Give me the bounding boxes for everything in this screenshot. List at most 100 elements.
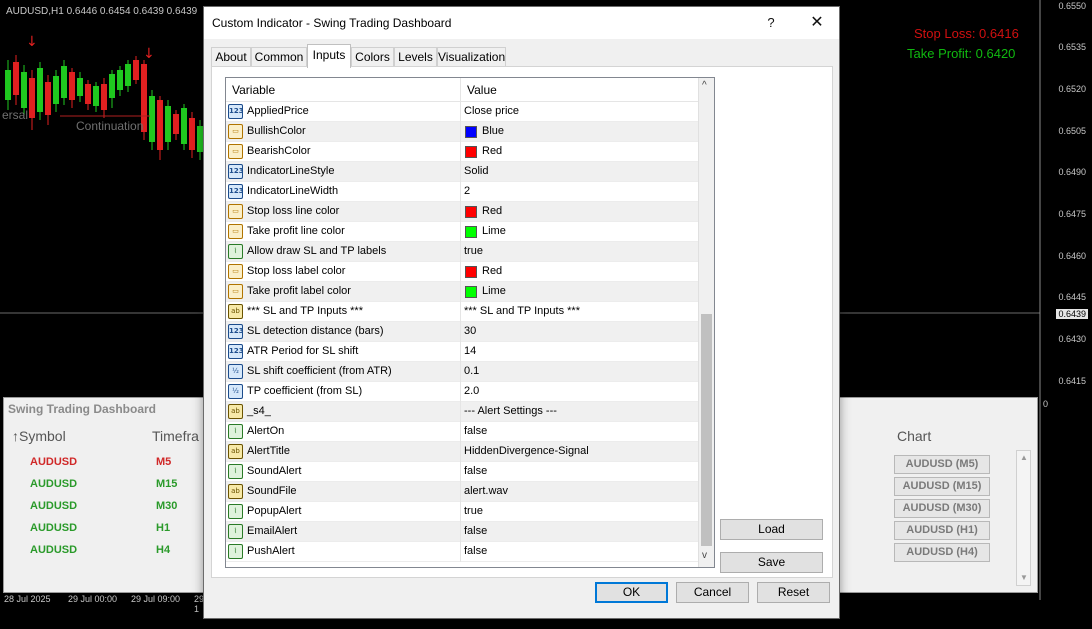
- save-button[interactable]: Save: [720, 552, 823, 573]
- time-tick: 29 Jul 09:00: [131, 594, 181, 604]
- dashboard-scrollbar[interactable]: ▲ ▼: [1016, 450, 1031, 586]
- scroll-thumb[interactable]: [701, 314, 712, 546]
- value-field[interactable]: Close price: [464, 105, 519, 117]
- input-row[interactable]: ab *** SL and TP Inputs *** *** SL and TP …: [226, 302, 698, 322]
- value-field[interactable]: false: [464, 525, 487, 537]
- input-row[interactable]: ab AlertTitle HiddenDivergence-Signal: [226, 442, 698, 462]
- variable-name: IndicatorLineWidth: [247, 185, 339, 197]
- scroll-down-icon[interactable]: ▼: [1020, 573, 1028, 582]
- input-row[interactable]: 123 ATR Period for SL shift 14: [226, 342, 698, 362]
- value-field[interactable]: Solid: [464, 165, 488, 177]
- tab-about[interactable]: About: [211, 47, 251, 67]
- inputs-grid: Variable Value 123 AppliedPrice Close pric…: [225, 77, 715, 568]
- input-row[interactable]: ⌇ SoundAlert false: [226, 462, 698, 482]
- dashboard-symbol-cell: AUDUSD: [30, 544, 78, 556]
- help-button[interactable]: ?: [757, 10, 785, 36]
- tab-levels[interactable]: Levels: [394, 47, 437, 67]
- tab-inputs[interactable]: Inputs: [307, 44, 351, 68]
- tab-common[interactable]: Common: [251, 47, 307, 67]
- value-field[interactable]: Red: [482, 145, 502, 157]
- input-row[interactable]: ab SoundFile alert.wav: [226, 482, 698, 502]
- open-chart-button[interactable]: AUDUSD (M5): [894, 455, 990, 474]
- scroll-up-icon[interactable]: ▲: [1020, 453, 1028, 462]
- value-field[interactable]: 2: [464, 185, 470, 197]
- color-swatch[interactable]: [465, 226, 477, 238]
- value-field[interactable]: false: [464, 465, 487, 477]
- open-chart-button[interactable]: AUDUSD (H4): [894, 543, 990, 562]
- input-row[interactable]: 123 IndicatorLineWidth 2: [226, 182, 698, 202]
- dashboard-symbol-cell: AUDUSD: [30, 456, 78, 468]
- candle-body: [157, 100, 163, 150]
- inputs-tab-panel: Variable Value 123 AppliedPrice Close pric…: [211, 66, 833, 578]
- reset-button[interactable]: Reset: [757, 582, 830, 603]
- value-field[interactable]: Lime: [482, 285, 506, 297]
- input-row[interactable]: ⌇ PushAlert false: [226, 542, 698, 562]
- value-field[interactable]: Red: [482, 205, 502, 217]
- scroll-down-icon[interactable]: v: [702, 550, 707, 561]
- load-button[interactable]: Load: [720, 519, 823, 540]
- input-row[interactable]: ⌇ PopupAlert true: [226, 502, 698, 522]
- open-chart-button[interactable]: AUDUSD (H1): [894, 521, 990, 540]
- color-swatch[interactable]: [465, 206, 477, 218]
- value-field[interactable]: alert.wav: [464, 485, 508, 497]
- tab-visualization[interactable]: Visualization: [437, 47, 506, 67]
- price-tick: 0.6490: [1058, 167, 1086, 177]
- input-row[interactable]: ▭ Stop loss label color Red: [226, 262, 698, 282]
- input-row[interactable]: 123 SL detection distance (bars) 30: [226, 322, 698, 342]
- input-row[interactable]: ▭ BearishColor Red: [226, 142, 698, 162]
- column-divider[interactable]: [460, 78, 461, 102]
- value-field[interactable]: 0.1: [464, 365, 479, 377]
- value-field[interactable]: *** SL and TP Inputs ***: [464, 305, 580, 317]
- input-row[interactable]: ⌇ EmailAlert false: [226, 522, 698, 542]
- candle-body: [189, 118, 195, 150]
- input-row[interactable]: 123 AppliedPrice Close price: [226, 102, 698, 122]
- color-swatch[interactable]: [465, 266, 477, 278]
- input-row[interactable]: ▭ BullishColor Blue: [226, 122, 698, 142]
- open-chart-button[interactable]: AUDUSD (M30): [894, 499, 990, 518]
- candle-body: [117, 70, 123, 90]
- input-row[interactable]: ⌇ AlertOn false: [226, 422, 698, 442]
- value-field[interactable]: 2.0: [464, 385, 479, 397]
- value-field[interactable]: HiddenDivergence-Signal: [464, 445, 589, 457]
- dialog-title-bar[interactable]: Custom Indicator - Swing Trading Dashboa…: [204, 7, 839, 39]
- variable-name: SoundAlert: [247, 465, 302, 477]
- value-field[interactable]: false: [464, 425, 487, 437]
- color-swatch[interactable]: [465, 126, 477, 138]
- close-icon[interactable]: ✕: [803, 10, 831, 36]
- value-field[interactable]: Blue: [482, 125, 504, 137]
- value-field[interactable]: --- Alert Settings ---: [464, 405, 557, 417]
- input-row[interactable]: ½ TP coefficient (from SL) 2.0: [226, 382, 698, 402]
- input-row[interactable]: ▭ Take profit line color Lime: [226, 222, 698, 242]
- value-field[interactable]: true: [464, 505, 483, 517]
- value-field[interactable]: true: [464, 245, 483, 257]
- column-divider: [460, 122, 461, 142]
- input-row[interactable]: ▭ Stop loss line color Red: [226, 202, 698, 222]
- input-row[interactable]: ⌇ Allow draw SL and TP labels true: [226, 242, 698, 262]
- timeframe-column-header[interactable]: Timefra: [152, 428, 199, 444]
- open-chart-button[interactable]: AUDUSD (M15): [894, 477, 990, 496]
- boolean-type-icon: ⌇: [228, 424, 243, 439]
- input-row[interactable]: ab _s4_ --- Alert Settings ---: [226, 402, 698, 422]
- value-field[interactable]: Red: [482, 265, 502, 277]
- ok-button[interactable]: OK: [595, 582, 668, 603]
- input-row[interactable]: ½ SL shift coefficient (from ATR) 0.1: [226, 362, 698, 382]
- color-swatch[interactable]: [465, 286, 477, 298]
- value-field[interactable]: false: [464, 545, 487, 557]
- dialog-title: Custom Indicator - Swing Trading Dashboa…: [212, 16, 452, 30]
- input-row[interactable]: ▭ Take profit label color Lime: [226, 282, 698, 302]
- variable-column-header[interactable]: Variable: [232, 83, 275, 97]
- tab-colors[interactable]: Colors: [351, 47, 394, 67]
- grid-scrollbar[interactable]: ^ v: [698, 78, 714, 567]
- candle-body: [85, 84, 91, 104]
- double-type-icon: ½: [228, 364, 243, 379]
- value-field[interactable]: Lime: [482, 225, 506, 237]
- input-row[interactable]: 123 IndicatorLineStyle Solid: [226, 162, 698, 182]
- symbol-column-header[interactable]: ↑Symbol: [12, 428, 66, 444]
- value-field[interactable]: 14: [464, 345, 476, 357]
- price-tick: 0.6535: [1058, 42, 1086, 52]
- scroll-up-icon[interactable]: ^: [702, 80, 707, 91]
- color-swatch[interactable]: [465, 146, 477, 158]
- value-field[interactable]: 30: [464, 325, 476, 337]
- cancel-button[interactable]: Cancel: [676, 582, 749, 603]
- value-column-header[interactable]: Value: [467, 83, 497, 97]
